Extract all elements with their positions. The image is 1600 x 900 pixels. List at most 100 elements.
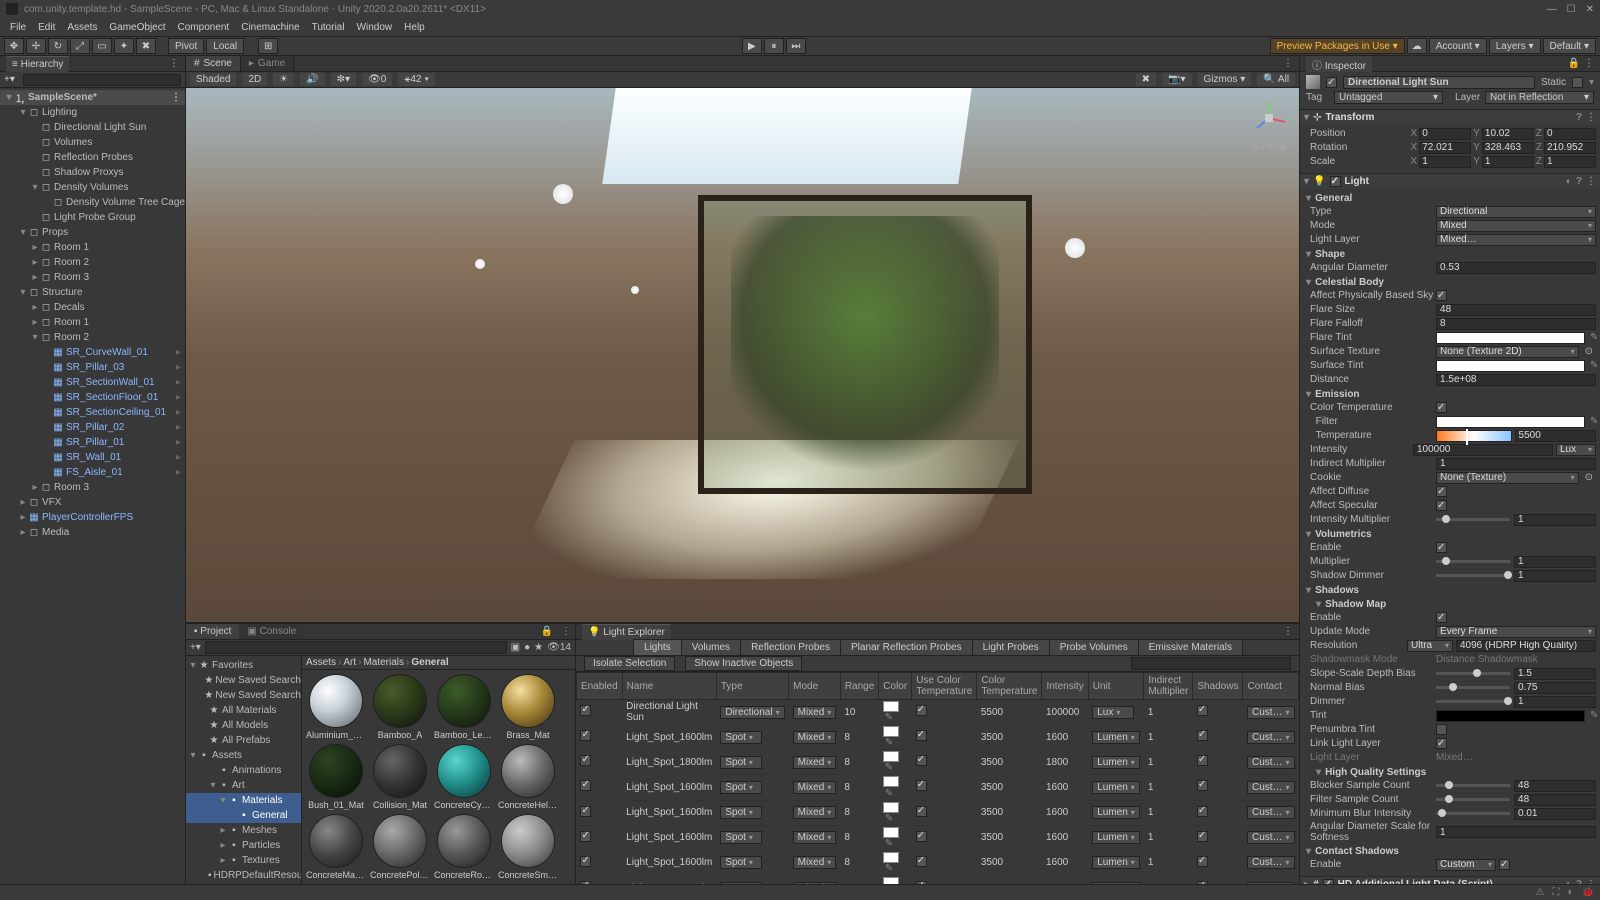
- hierarchy-item[interactable]: ▦SR_Pillar_03▸: [0, 360, 185, 375]
- intensity-field[interactable]: 1600: [1042, 850, 1088, 875]
- project-tree-item[interactable]: ▪HDRPDefaultResources: [186, 868, 301, 883]
- column-header[interactable]: Contact: [1243, 673, 1299, 700]
- gameobject-icon[interactable]: [1306, 75, 1320, 89]
- transform-tool[interactable]: ✦: [114, 38, 134, 54]
- hierarchy-item[interactable]: ▸◻VFX: [0, 495, 185, 510]
- indirect-field[interactable]: 1: [1144, 850, 1193, 875]
- color-temp-field[interactable]: 3500: [977, 725, 1042, 750]
- color-swatch[interactable]: [883, 802, 899, 813]
- explorer-tab[interactable]: Volumes: [681, 639, 741, 656]
- project-tree-item[interactable]: ▸▪Scenes: [186, 883, 301, 884]
- status-debug-icon[interactable]: 🐞: [1582, 887, 1594, 898]
- contact-dropdown[interactable]: Cust…: [1247, 831, 1295, 844]
- column-header[interactable]: Range: [840, 673, 878, 700]
- contact-dropdown[interactable]: Cust…: [1247, 706, 1295, 719]
- type-dropdown[interactable]: Spot: [720, 806, 762, 819]
- shadowmap-enable-checkbox[interactable]: [1436, 612, 1447, 623]
- intensity-field[interactable]: 1600: [1042, 875, 1088, 884]
- menu-tutorial[interactable]: Tutorial: [306, 20, 351, 35]
- use-temp-checkbox[interactable]: [916, 705, 927, 716]
- type-dropdown[interactable]: Spot: [720, 731, 762, 744]
- color-temp-field[interactable]: 3500: [977, 875, 1042, 884]
- light-type-dropdown[interactable]: Directional: [1436, 206, 1596, 218]
- hierarchy-item[interactable]: ▸◻Room 3: [0, 270, 185, 285]
- intensity-field[interactable]: [1413, 444, 1553, 456]
- tab-console[interactable]: ▣ Console: [239, 624, 304, 639]
- color-temp-field[interactable]: 3500: [977, 850, 1042, 875]
- panel-menu-icon[interactable]: ⋮: [1584, 58, 1594, 69]
- range-field[interactable]: 8: [840, 875, 878, 884]
- hierarchy-item[interactable]: ▸◻Media: [0, 525, 185, 540]
- asset-item[interactable]: Collision_Mat: [370, 744, 430, 810]
- mode-dropdown[interactable]: Mixed: [793, 831, 837, 844]
- affect-sky-checkbox[interactable]: [1436, 290, 1447, 301]
- project-tree-item[interactable]: ▸▪Particles: [186, 838, 301, 853]
- column-header[interactable]: Indirect Multiplier: [1144, 673, 1193, 700]
- hierarchy-item[interactable]: ◻Volumes: [0, 135, 185, 150]
- blocker-sample-slider[interactable]: [1436, 784, 1510, 787]
- play-button[interactable]: ▶: [742, 38, 762, 54]
- menu-file[interactable]: File: [4, 20, 32, 35]
- pause-button[interactable]: ⏸: [764, 38, 784, 54]
- normal-bias-slider[interactable]: [1436, 686, 1510, 689]
- intensity-field[interactable]: 1600: [1042, 775, 1088, 800]
- color-temp-field[interactable]: 3500: [977, 825, 1042, 850]
- local-toggle[interactable]: Local: [206, 38, 244, 54]
- scene-header[interactable]: ▾🄂SampleScene* ⋮: [0, 90, 185, 105]
- light-explorer-tab[interactable]: 💡 Light Explorer: [582, 624, 671, 640]
- menu-cinemachine[interactable]: Cinemachine: [235, 20, 305, 35]
- layer-dropdown[interactable]: Not in Reflection▾: [1485, 91, 1594, 104]
- close-icon[interactable]: ✕: [1586, 4, 1594, 15]
- layout-dropdown[interactable]: Default ▾: [1543, 38, 1596, 54]
- asset-item[interactable]: ConcreteRough_…: [434, 814, 494, 880]
- contact-dropdown[interactable]: Cust…: [1247, 756, 1295, 769]
- light-row[interactable]: Directional Light SunDirectionalMixed10✎…: [576, 700, 1298, 725]
- rotate-tool[interactable]: ↻: [48, 38, 68, 54]
- volumetrics-mult-slider[interactable]: [1436, 560, 1510, 563]
- hierarchy-item[interactable]: ▸◻Room 2: [0, 255, 185, 270]
- isolate-selection-button[interactable]: Isolate Selection: [584, 656, 675, 671]
- light-gizmo[interactable]: [553, 184, 573, 204]
- unit-dropdown[interactable]: Lumen: [1092, 831, 1140, 844]
- light-gizmo[interactable]: [475, 259, 485, 269]
- mode-dropdown[interactable]: Mixed: [793, 756, 837, 769]
- color-picker-icon[interactable]: ✎: [883, 838, 893, 849]
- status-progress-icon[interactable]: ◐: [1568, 887, 1574, 898]
- surface-texture-field[interactable]: None (Texture 2D): [1436, 346, 1579, 358]
- flare-tint-swatch[interactable]: [1436, 332, 1585, 344]
- color-swatch[interactable]: [883, 852, 899, 863]
- volumetrics-enable-checkbox[interactable]: [1436, 542, 1447, 553]
- indirect-field[interactable]: 1: [1144, 775, 1193, 800]
- intensity-field[interactable]: 1600: [1042, 825, 1088, 850]
- type-dropdown[interactable]: Spot: [720, 831, 762, 844]
- preset-icon[interactable]: ◐: [1566, 879, 1572, 884]
- hierarchy-item[interactable]: ▦SR_Wall_01▸: [0, 450, 185, 465]
- type-dropdown[interactable]: Directional: [720, 706, 784, 719]
- asset-item[interactable]: Bush_01_Mat: [306, 744, 366, 810]
- indirect-field[interactable]: 1: [1144, 825, 1193, 850]
- section-header[interactable]: ▾Shadows: [1306, 583, 1596, 597]
- use-temp-checkbox[interactable]: [916, 730, 927, 741]
- affect-specular-checkbox[interactable]: [1436, 500, 1447, 511]
- mode-dropdown[interactable]: Mixed: [793, 781, 837, 794]
- explorer-tab[interactable]: Emissive Materials: [1138, 639, 1243, 656]
- slope-bias-slider[interactable]: [1436, 672, 1510, 675]
- shadows-checkbox[interactable]: [1197, 755, 1208, 766]
- explorer-tab[interactable]: Lights: [633, 639, 682, 656]
- asset-item[interactable]: Bamboo_Leaf_A: [434, 674, 494, 740]
- breadcrumb-segment[interactable]: General: [411, 657, 448, 668]
- shadows-checkbox[interactable]: [1197, 730, 1208, 741]
- explorer-tab[interactable]: Light Probes: [972, 639, 1050, 656]
- project-tree-item[interactable]: ▸▪Meshes: [186, 823, 301, 838]
- type-dropdown[interactable]: Spot: [720, 781, 762, 794]
- distance-field[interactable]: [1436, 374, 1596, 386]
- rect-tool[interactable]: ▭: [92, 38, 112, 54]
- static-checkbox[interactable]: [1572, 77, 1583, 88]
- section-header[interactable]: ▾General: [1306, 191, 1596, 205]
- light-row[interactable]: Light_Spot_1600lmSpotMixed8✎35001600Lume…: [576, 850, 1298, 875]
- color-picker-icon[interactable]: ✎: [883, 762, 893, 773]
- project-tree-item[interactable]: ▾▪Materials: [186, 793, 301, 808]
- column-header[interactable]: Type: [716, 673, 788, 700]
- type-dropdown[interactable]: Spot: [720, 882, 762, 884]
- filter-sample-slider[interactable]: [1436, 798, 1510, 801]
